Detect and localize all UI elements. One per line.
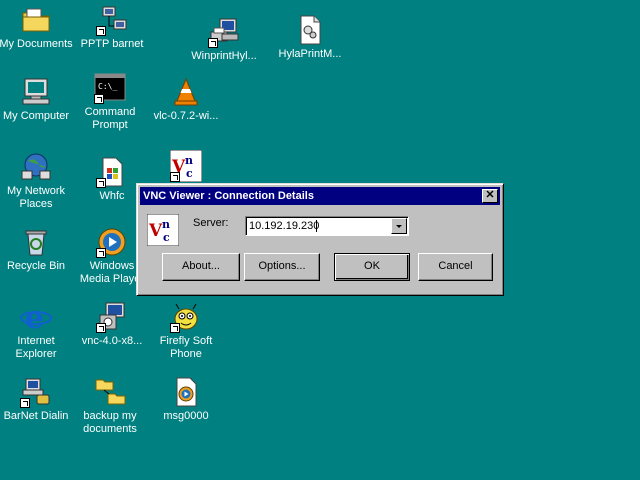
desktop-icon-label: msg0000	[163, 410, 209, 422]
shortcut-arrow-icon	[96, 178, 106, 188]
desktop-icon-recycle-bin[interactable]: Recycle Bin	[0, 226, 74, 273]
desktop-icon-label: Command Prompt	[84, 106, 136, 131]
desktop-icon-label: Firefly Soft Phone	[159, 335, 213, 360]
server-value[interactable]: 10.192.19.230	[249, 220, 319, 232]
media-file-icon	[170, 376, 202, 408]
svg-text:e: e	[25, 301, 44, 333]
text-caret	[316, 220, 317, 232]
server-dropdown-button[interactable]	[391, 218, 407, 234]
network-connection-icon	[96, 4, 128, 36]
desktop-icon-msg0000[interactable]: msg0000	[148, 376, 224, 423]
desktop-icon-label: Recycle Bin	[6, 260, 66, 272]
desktop-icon-label: BarNet Dialin	[3, 410, 69, 422]
svg-text:n: n	[185, 154, 193, 167]
vnc-logo-icon: Vnc	[146, 213, 180, 247]
desktop-icon-my-network-places[interactable]: My Network Places	[0, 151, 74, 211]
desktop-icon-label: My Computer	[2, 110, 70, 122]
desktop-icon-vnc-installer[interactable]: vnc-4.0-x8...	[74, 301, 150, 348]
vnc-connection-dialog: VNC Viewer : Connection Details ✕ Vnc Se…	[136, 183, 504, 296]
desktop-icon-my-documents[interactable]: My Documents	[0, 4, 74, 51]
dialin-icon	[20, 376, 52, 408]
desktop-icon-pptp-barnet[interactable]: PPTP barnet	[74, 4, 150, 51]
options-button[interactable]: Options...	[244, 253, 320, 281]
desktop-icon-label: vlc-0.7.2-wi...	[153, 110, 219, 122]
desktop-icon-internet-explorer[interactable]: e Internet Explorer	[0, 301, 74, 361]
dialog-title: VNC Viewer : Connection Details	[143, 190, 314, 202]
shortcut-arrow-icon	[170, 172, 180, 182]
close-icon: ✕	[485, 189, 495, 201]
desktop-icon-label: My Network Places	[6, 185, 66, 210]
shortcut-arrow-icon	[170, 323, 180, 333]
desktop-icon-firefly-soft-phone[interactable]: Firefly Soft Phone	[148, 301, 224, 361]
vnc-icon: Vnc	[170, 150, 202, 182]
close-button[interactable]: ✕	[482, 189, 498, 203]
desktop-icon-label: HylaPrintM...	[278, 48, 342, 60]
shortcut-arrow-icon	[20, 398, 30, 408]
vnc-installer-icon	[96, 301, 128, 333]
svg-text:n: n	[162, 218, 170, 231]
desktop-icon-winprinthyl[interactable]: WinprintHyl...	[186, 16, 262, 63]
server-input[interactable]: 10.192.19.230	[245, 216, 409, 236]
cancel-button[interactable]: Cancel	[418, 253, 493, 281]
desktop-icon-label: My Documents	[0, 38, 73, 50]
about-button[interactable]: About...	[162, 253, 240, 281]
shortcut-arrow-icon	[96, 248, 106, 258]
folder-backup-icon	[94, 376, 126, 408]
printer-computer-icon	[208, 16, 240, 48]
desktop-icon-backup-my-documents[interactable]: backup my documents	[72, 376, 148, 436]
folder-documents-icon	[20, 4, 52, 36]
svg-text:C:\_: C:\_	[98, 82, 117, 91]
config-file-icon	[294, 14, 326, 46]
recycle-bin-icon	[20, 226, 52, 258]
desktop-icon-hylaprintm[interactable]: HylaPrintM...	[272, 14, 348, 61]
desktop-icon-label: Internet Explorer	[15, 335, 57, 360]
desktop-icon-my-computer[interactable]: My Computer	[0, 76, 74, 123]
vlc-cone-icon	[170, 76, 202, 108]
dialog-titlebar[interactable]: VNC Viewer : Connection Details ✕	[140, 187, 500, 205]
shortcut-arrow-icon	[94, 94, 104, 104]
network-places-icon	[20, 151, 52, 183]
computer-icon	[20, 76, 52, 108]
whfc-icon	[96, 156, 128, 188]
svg-text:c: c	[163, 231, 170, 244]
shortcut-arrow-icon	[208, 38, 218, 48]
shortcut-arrow-icon	[96, 26, 106, 36]
svg-text:V: V	[148, 221, 163, 241]
server-label: Server:	[193, 217, 229, 229]
desktop-icon-barnet-dialin[interactable]: BarNet Dialin	[0, 376, 74, 423]
desktop-icon-label: backup my documents	[83, 410, 137, 435]
desktop-icon-command-prompt[interactable]: C:\_ Command Prompt	[72, 72, 148, 132]
desktop-icon-label: PPTP barnet	[80, 38, 144, 50]
internet-explorer-icon: e	[20, 301, 52, 333]
ok-button[interactable]: OK	[334, 253, 410, 281]
svg-text:c: c	[186, 167, 193, 180]
desktop-icon-vlc[interactable]: vlc-0.7.2-wi...	[148, 76, 224, 123]
command-prompt-icon: C:\_	[94, 72, 126, 104]
media-player-icon	[96, 226, 128, 258]
desktop-icon-label: WinprintHyl...	[191, 50, 257, 62]
firefly-phone-icon	[170, 301, 202, 333]
shortcut-arrow-icon	[96, 323, 106, 333]
desktop-icon-vnc-viewer[interactable]: Vnc	[148, 150, 224, 184]
desktop-icon-label: vnc-4.0-x8...	[81, 335, 143, 347]
